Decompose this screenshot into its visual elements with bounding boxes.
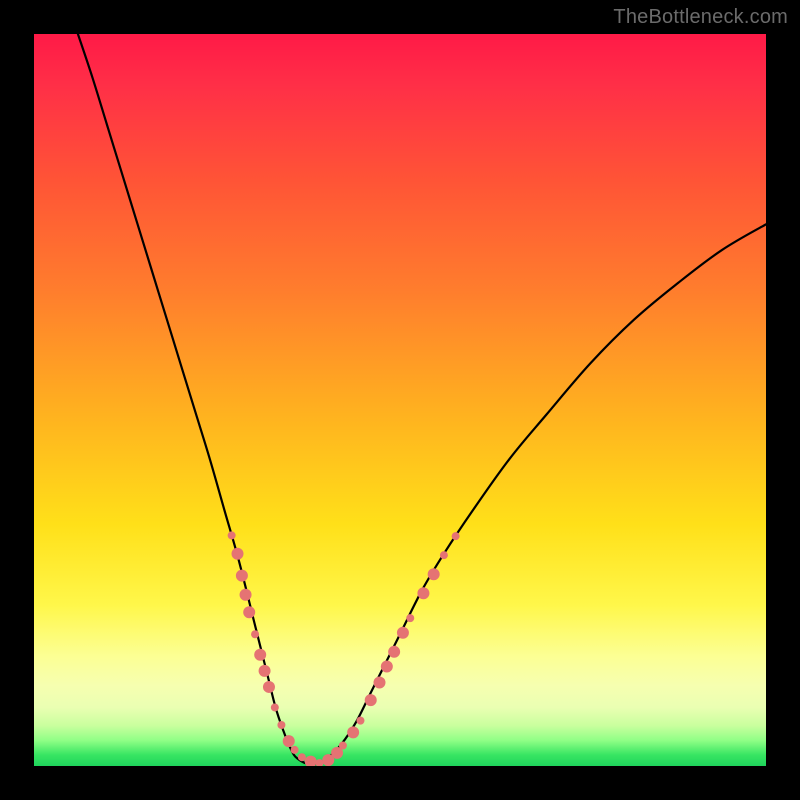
- curve-marker: [291, 746, 299, 754]
- curve-marker: [440, 551, 448, 559]
- curve-marker: [298, 753, 306, 761]
- watermark-text: TheBottleneck.com: [613, 6, 788, 29]
- curve-marker: [236, 570, 248, 582]
- plot-area: [34, 34, 766, 766]
- curve-marker: [271, 703, 279, 711]
- curve-marker: [381, 660, 393, 672]
- curve-marker: [228, 531, 236, 539]
- curve-marker: [347, 726, 359, 738]
- curve-marker: [428, 568, 440, 580]
- curve-marker: [251, 630, 259, 638]
- curve-marker: [254, 649, 266, 661]
- curve-marker: [259, 665, 271, 677]
- curve-marker: [339, 742, 347, 750]
- curve-marker: [406, 614, 414, 622]
- curve-line: [78, 34, 766, 765]
- curve-marker: [232, 548, 244, 560]
- curve-marker: [397, 627, 409, 639]
- chart-frame: TheBottleneck.com: [0, 0, 800, 800]
- curve-marker: [283, 735, 295, 747]
- curve-marker: [452, 532, 460, 540]
- curve-marker: [240, 589, 252, 601]
- curve-marker: [305, 756, 317, 766]
- curve-marker: [263, 681, 275, 693]
- curve-marker: [374, 677, 386, 689]
- bottleneck-chart: [34, 34, 766, 766]
- curve-marker: [356, 717, 364, 725]
- curve-marker: [277, 721, 285, 729]
- curve-marker: [365, 694, 377, 706]
- curve-marker: [388, 646, 400, 658]
- curve-marker: [417, 587, 429, 599]
- curve-marker: [243, 606, 255, 618]
